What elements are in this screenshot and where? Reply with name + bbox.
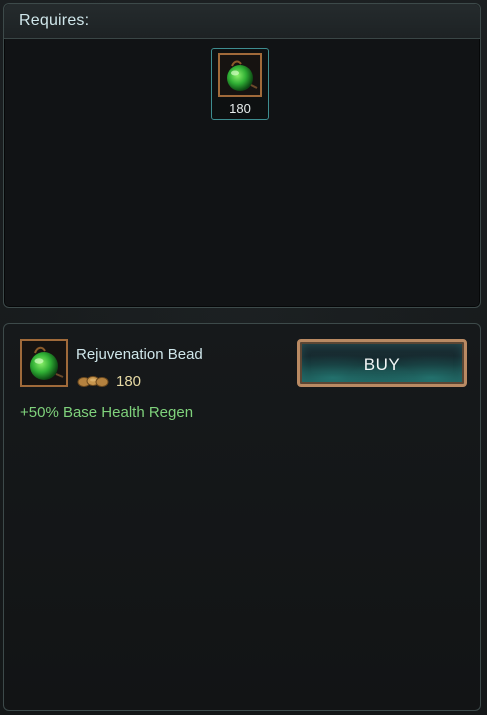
gold-coins-icon — [77, 376, 109, 387]
component-cost: 180 — [229, 101, 251, 116]
requires-panel: Requires: 180 — [3, 3, 481, 308]
item-shop-panel: Requires: 180 Rejuvenation Bead 180 +50%… — [0, 0, 487, 715]
item-name: Rejuvenation Bead — [76, 346, 203, 363]
component-item-tile[interactable]: 180 — [211, 48, 269, 120]
green-bead-icon — [218, 53, 262, 97]
requires-header: Requires: — [4, 4, 480, 39]
item-stat: +50% Base Health Regen — [20, 404, 194, 421]
item-cost: 180 — [116, 372, 142, 390]
buy-button-label: BUY — [363, 355, 401, 374]
item-cost-row: 180 — [76, 372, 141, 390]
item-details-panel: Rejuvenation Bead 180 +50% Base Health R… — [3, 323, 481, 711]
buy-button[interactable]: BUY — [297, 339, 467, 387]
green-bead-icon[interactable] — [20, 339, 68, 387]
requires-title: Requires: — [19, 12, 90, 29]
